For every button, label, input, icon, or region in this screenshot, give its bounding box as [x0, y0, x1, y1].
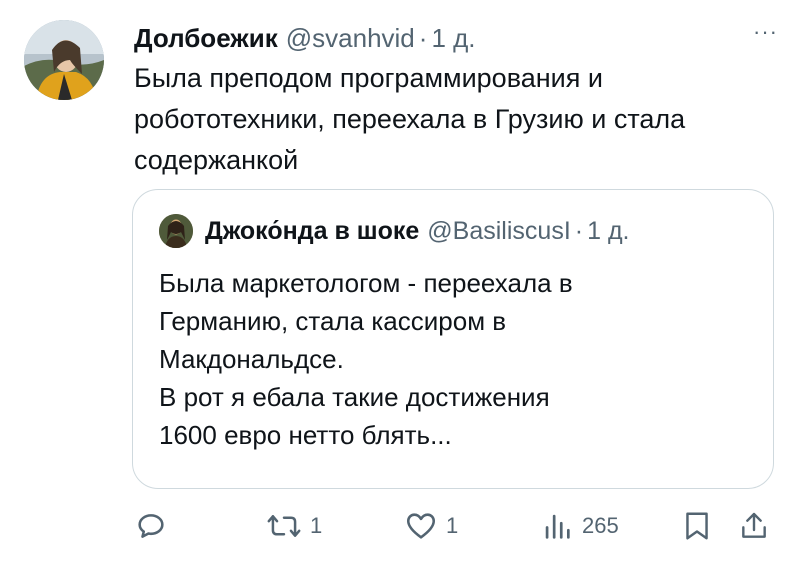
quote-separator: ·	[574, 217, 584, 245]
quote-author-handle[interactable]: @BasiliscusI	[427, 214, 570, 248]
reply-icon	[138, 514, 164, 538]
share-button[interactable]	[738, 508, 770, 544]
like-button[interactable]: 1	[404, 508, 458, 544]
quote-timestamp[interactable]: 1 д.	[587, 214, 629, 248]
share-icon	[742, 512, 766, 538]
retweet-button[interactable]: 1	[266, 508, 322, 544]
author-avatar[interactable]	[24, 20, 104, 100]
like-count: 1	[446, 513, 459, 538]
quote-text: Была маркетологом - переехала в Германию…	[159, 268, 573, 450]
author-name[interactable]: Долбоежик	[134, 20, 278, 56]
quote-header: Джоко́нда в шоке @BasiliscusI · 1 д.	[205, 214, 630, 248]
bookmark-icon	[686, 512, 708, 540]
quote-author-name[interactable]: Джоко́нда в шоке	[205, 214, 419, 248]
tweet-header: Долбоежик @svanhvid · 1 д.	[134, 20, 476, 56]
bookmark-button[interactable]	[682, 508, 712, 544]
quoted-tweet[interactable]: Джоко́нда в шоке @BasiliscusI · 1 д. Был…	[132, 189, 774, 489]
retweet-icon	[267, 515, 301, 537]
more-options-button[interactable]: ···	[753, 21, 778, 43]
timestamp[interactable]: 1 д.	[431, 20, 475, 56]
views-icon	[545, 514, 570, 539]
quote-avatar-image	[159, 214, 193, 248]
retweet-count: 1	[310, 513, 323, 538]
heart-icon	[406, 513, 436, 539]
action-bar: 1 1 265	[134, 508, 774, 544]
tweet-text: Была преподом программирования и роботот…	[134, 63, 686, 175]
views-button[interactable]: 265	[540, 508, 619, 544]
separator: ·	[418, 23, 428, 53]
quote-author-avatar[interactable]	[159, 214, 193, 248]
views-count: 265	[582, 513, 619, 538]
reply-button[interactable]	[134, 508, 168, 544]
author-avatar-image	[24, 20, 104, 100]
author-handle[interactable]: @svanhvid	[286, 20, 415, 56]
